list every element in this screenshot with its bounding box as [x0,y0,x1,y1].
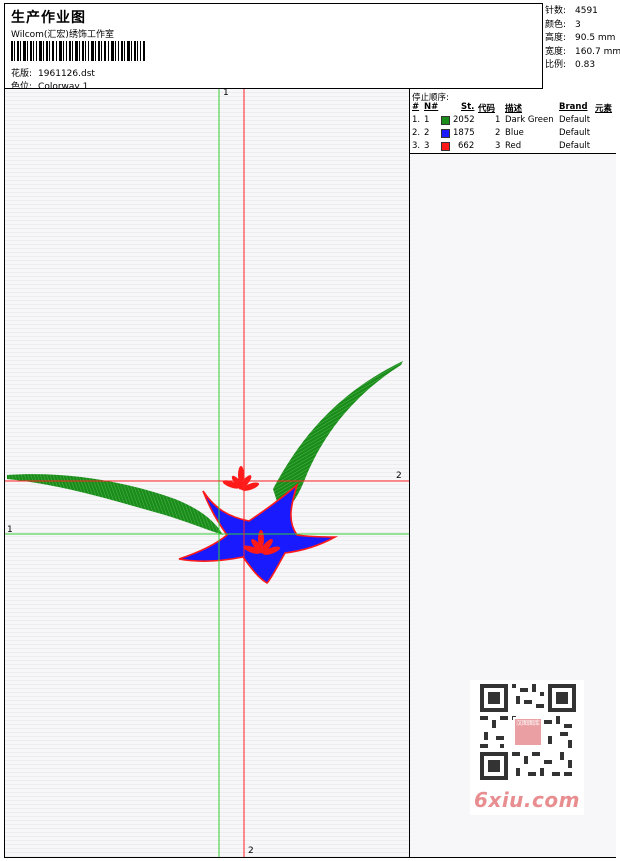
stat-height: 高度: 90.5 mm [545,33,616,43]
design-canvas: 1 1 2 2 [5,89,409,857]
green-guide-label-left: 1 [7,525,13,535]
green-guide-label-top: 1 [223,89,229,98]
green-leaf-left [7,474,223,535]
col-st: St. [461,102,475,112]
watermark-stamp: 汉图图库 [515,720,540,727]
barcode-image [11,41,145,61]
col-element: 元素 [595,104,613,114]
stat-width: 宽度: 160.7 mm [545,46,620,57]
table-row: 3. 3 662 3 Red Default [412,141,591,151]
col-code: 代码 [478,104,496,114]
col-hash: # [412,102,420,112]
stat-scale: 比例: 0.83 [545,60,596,70]
red-guide-label-bottom: 2 [248,846,254,856]
page-title: 生产作业图 [11,10,86,26]
header-panel: 生产作业图 Wilcom(汇宏)绣饰工作室 花版: 1961126.dst 色位:… [4,3,616,92]
design-label: 花版: [11,69,33,79]
color-swatch-green [441,116,450,125]
table-row: 2. 2 1875 2 Blue Default [412,128,591,138]
col-n: N# [424,102,439,112]
color-swatch-blue [441,129,450,138]
stat-stitches: 针数: 4591 [545,6,598,16]
stat-colors: 颜色: 3 [545,19,581,30]
col-brand: Brand [559,102,588,112]
color-swatch-red [441,142,450,151]
stop-sequence-table: 停止顺序: # N# St. 代码 描述 Brand 元素 1. 1 2052 … [410,89,616,154]
company-name: Wilcom(汇宏)绣饰工作室 [11,30,114,40]
watermark-text: 6xiu.com [474,788,580,812]
design-file-line: 花版: 1961126.dst [11,66,95,79]
embroidery-design [5,89,409,857]
col-desc: 描述 [505,104,523,114]
watermark: 汉图图库 6xiu.com [470,680,584,815]
qr-code-image [480,684,576,780]
design-file: 1961126.dst [38,69,95,79]
red-guide-label-right: 2 [396,471,402,481]
red-flower-top [222,466,260,491]
table-row: 1. 1 2052 1 Dark Green Default [412,115,591,125]
stats-panel: 针数: 4591 颜色: 3 高度: 90.5 mm 宽度: 160.7 mm 比例: 0… [542,3,620,89]
